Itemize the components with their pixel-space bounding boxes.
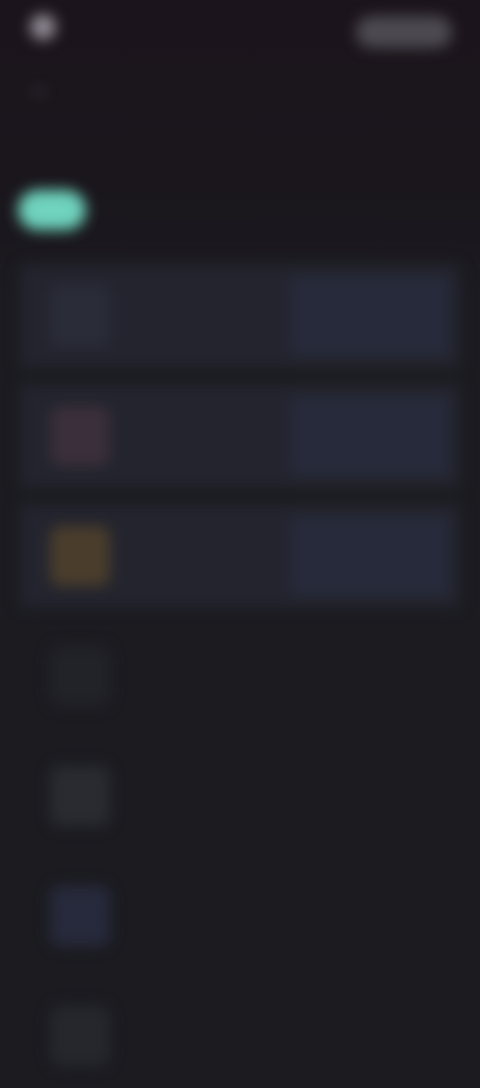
- item-thumbnail: [50, 1006, 110, 1066]
- category-tabs: [18, 190, 480, 230]
- list-item[interactable]: [20, 384, 460, 488]
- item-thumbnail: [50, 646, 110, 706]
- item-thumbnail: [50, 526, 110, 586]
- logo[interactable]: [30, 14, 64, 40]
- tab-0[interactable]: [18, 190, 86, 230]
- header-action-button[interactable]: [356, 16, 452, 48]
- list-item[interactable]: [20, 744, 460, 848]
- tab-4[interactable]: [422, 190, 480, 230]
- item-thumbnail: [50, 886, 110, 946]
- list-item[interactable]: [20, 504, 460, 608]
- top-bar: [0, 0, 480, 64]
- tab-1[interactable]: [108, 190, 192, 230]
- item-highlight: [290, 516, 450, 596]
- item-highlight: [290, 396, 450, 476]
- tab-2[interactable]: [208, 190, 292, 230]
- back-arrow-icon[interactable]: ←: [24, 72, 56, 104]
- tab-3[interactable]: [314, 190, 398, 230]
- item-thumbnail: [50, 766, 110, 826]
- item-thumbnail: [50, 406, 110, 466]
- item-thumbnail: [50, 286, 110, 346]
- list-item[interactable]: [20, 624, 460, 728]
- logo-icon: [30, 14, 56, 40]
- list-item[interactable]: [20, 264, 460, 368]
- list-item[interactable]: [20, 984, 460, 1088]
- app-screen: ←: [0, 0, 480, 1066]
- item-highlight: [290, 276, 450, 356]
- list-item[interactable]: [20, 864, 460, 968]
